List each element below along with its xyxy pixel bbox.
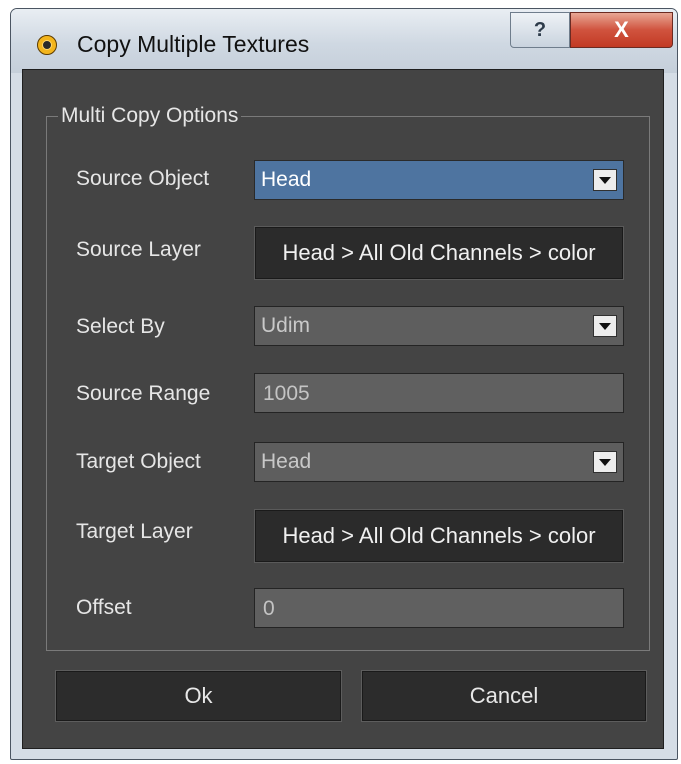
target-layer-label: Target Layer bbox=[76, 520, 193, 543]
select-by-value: Udim bbox=[261, 314, 311, 337]
offset-label: Offset bbox=[76, 596, 132, 619]
help-button[interactable]: ? bbox=[510, 12, 570, 48]
source-range-value: 1005 bbox=[263, 382, 310, 405]
target-layer-button[interactable]: Head > All Old Channels > color bbox=[254, 509, 624, 563]
target-object-dropdown[interactable]: Head bbox=[254, 442, 624, 482]
group-title: Multi Copy Options bbox=[58, 104, 242, 128]
chevron-down-icon[interactable] bbox=[593, 315, 617, 337]
target-object-value: Head bbox=[261, 450, 312, 473]
target-object-label: Target Object bbox=[76, 450, 201, 473]
source-range-label: Source Range bbox=[76, 382, 211, 405]
title-bar[interactable]: Copy Multiple Textures ? X bbox=[11, 9, 677, 73]
ok-button[interactable]: Ok bbox=[55, 670, 342, 722]
offset-field[interactable]: 0 bbox=[254, 588, 624, 628]
source-layer-label: Source Layer bbox=[76, 238, 201, 261]
offset-value: 0 bbox=[263, 597, 275, 620]
source-object-dropdown[interactable]: Head bbox=[254, 160, 624, 200]
cancel-button[interactable]: Cancel bbox=[361, 670, 647, 722]
source-object-label: Source Object bbox=[76, 167, 210, 190]
select-by-dropdown[interactable]: Udim bbox=[254, 306, 624, 346]
app-logo-icon bbox=[37, 35, 57, 55]
chevron-down-icon[interactable] bbox=[593, 451, 617, 473]
close-button[interactable]: X bbox=[570, 12, 673, 48]
source-layer-button[interactable]: Head > All Old Channels > color bbox=[254, 226, 624, 280]
source-range-field[interactable]: 1005 bbox=[254, 373, 624, 413]
source-object-value: Head bbox=[261, 168, 312, 191]
window-title: Copy Multiple Textures bbox=[77, 31, 310, 57]
select-by-label: Select By bbox=[76, 315, 165, 338]
chevron-down-icon[interactable] bbox=[593, 169, 617, 191]
